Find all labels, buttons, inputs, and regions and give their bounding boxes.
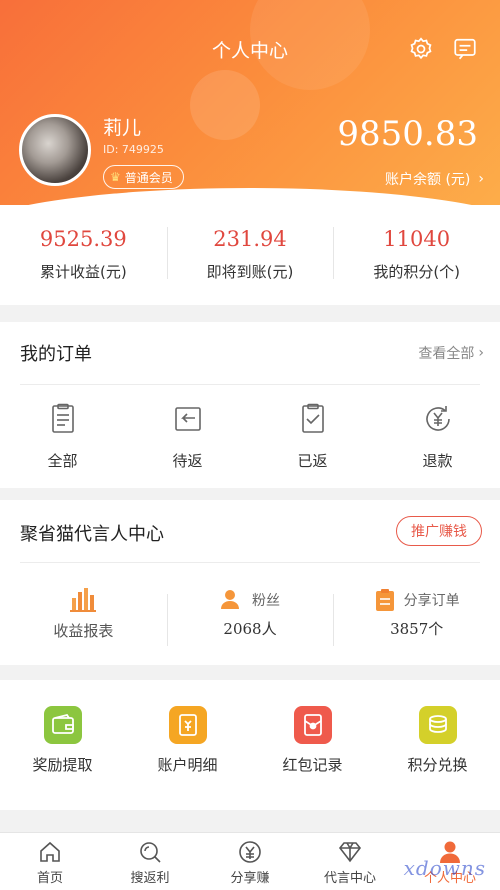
promo-earn-button[interactable]: 推广赚钱 [396, 516, 482, 546]
search-icon [140, 842, 161, 863]
share-orders-label: 分享订单 [403, 593, 460, 609]
points-exchange-button[interactable]: 积分兑换 [375, 706, 500, 775]
view-all-orders-link[interactable]: 查看全部 › [418, 343, 484, 363]
chevron-right-icon: › [478, 171, 484, 187]
orders-title: 我的订单 [20, 344, 92, 365]
order-tab-all[interactable]: 全部 [0, 402, 125, 471]
gear-icon[interactable] [408, 36, 434, 62]
stat-value: 231.94 [213, 227, 287, 251]
earnings-report[interactable]: 收益报表 [0, 580, 167, 660]
yen-refund-icon [421, 402, 455, 440]
stat-pending[interactable]: 231.94 即将到账(元) [166, 205, 334, 305]
avatar[interactable] [19, 114, 91, 186]
message-icon[interactable] [452, 36, 478, 62]
fans-label: 粉丝 [252, 593, 280, 609]
stat-total-earnings[interactable]: 9525.39 累计收益(元) [0, 205, 167, 305]
tab-ambassador-center[interactable]: 代言中心 [300, 833, 400, 890]
tool-label: 账户明细 [157, 756, 218, 774]
order-tab-refund[interactable]: 退款 [375, 402, 500, 471]
diamond-icon [338, 842, 362, 863]
home-icon [40, 841, 60, 862]
member-badge-label: 普通会员 [124, 170, 173, 185]
red-envelope-records-button[interactable]: 红包记录 [250, 706, 375, 775]
share-order-icon [375, 589, 394, 611]
coin-stack-icon [418, 706, 457, 744]
fans-stat[interactable]: 粉丝 2068人 [166, 580, 334, 660]
tab-label: 分享赚 [230, 871, 270, 886]
tab-home[interactable]: 首页 [0, 833, 100, 890]
wallet-icon [43, 706, 82, 744]
tool-label: 奖励提取 [32, 756, 93, 774]
clipboard-check-icon [296, 402, 330, 440]
balance-label: 账户余额 (元) [385, 172, 471, 188]
stat-value: 11040 [383, 227, 451, 251]
divider [20, 562, 480, 563]
tab-label: 代言中心 [323, 871, 376, 886]
tab-label: 首页 [36, 871, 63, 886]
chevron-right-icon: › [478, 345, 484, 361]
account-balance[interactable]: 9850.83 [337, 114, 478, 154]
stat-points[interactable]: 11040 我的积分(个) [333, 205, 500, 305]
tools-card: 奖励提取 账户明细 红包记录 积分兑换 [0, 680, 500, 810]
order-tab-pending[interactable]: 待返 [125, 402, 250, 471]
order-tab-label: 退款 [422, 452, 453, 470]
share-yen-icon [239, 841, 261, 863]
header-decoration [190, 70, 260, 140]
fans-icon [221, 590, 243, 609]
earnings-summary: 9525.39 累计收益(元) 231.94 即将到账(元) 11040 我的积… [0, 205, 500, 305]
ambassador-title: 聚省猫代言人中心 [20, 524, 164, 545]
red-envelope-icon [293, 706, 332, 744]
stat-label: 我的积分(个) [373, 263, 461, 281]
ambassador-card: 聚省猫代言人中心 推广赚钱 收益报表 粉丝 2068人 分享订单 3857个 [0, 500, 500, 665]
reward-withdraw-button[interactable]: 奖励提取 [0, 706, 125, 775]
stat-value: 9525.39 [39, 227, 127, 251]
username: 莉儿 [103, 117, 142, 139]
share-orders-count: 3857个 [390, 620, 444, 638]
clipboard-list-icon [46, 402, 80, 440]
stat-label: 累计收益(元) [39, 263, 127, 281]
ledger-icon [168, 706, 207, 744]
site-watermark: xdowns [403, 856, 486, 880]
report-label: 收益报表 [53, 622, 114, 640]
crown-icon: ♛ [110, 170, 121, 184]
stat-label: 即将到账(元) [206, 263, 294, 281]
return-arrow-icon [171, 402, 205, 440]
order-tab-label: 已返 [297, 452, 328, 470]
tab-search-rebate[interactable]: 搜返利 [100, 833, 200, 890]
fans-count: 2068人 [223, 620, 277, 638]
order-tab-label: 待返 [172, 452, 203, 470]
tab-label: 搜返利 [130, 871, 170, 886]
tab-share-earn[interactable]: 分享赚 [200, 833, 300, 890]
order-tab-returned[interactable]: 已返 [250, 402, 375, 471]
bar-chart-icon [70, 588, 97, 612]
orders-card: 我的订单 查看全部 › 全部 待返 已返 退款 [0, 322, 500, 488]
order-tab-label: 全部 [47, 452, 78, 470]
balance-link[interactable]: 账户余额 (元) › [385, 169, 484, 189]
share-orders-stat[interactable]: 分享订单 3857个 [333, 580, 500, 660]
divider [20, 384, 480, 385]
member-badge[interactable]: ♛ 普通会员 [103, 165, 184, 189]
tool-label: 红包记录 [282, 756, 343, 774]
user-id: ID: 749925 [103, 143, 164, 156]
account-details-button[interactable]: 账户明细 [125, 706, 250, 775]
tool-label: 积分兑换 [407, 756, 468, 774]
view-all-label: 查看全部 [418, 346, 475, 362]
